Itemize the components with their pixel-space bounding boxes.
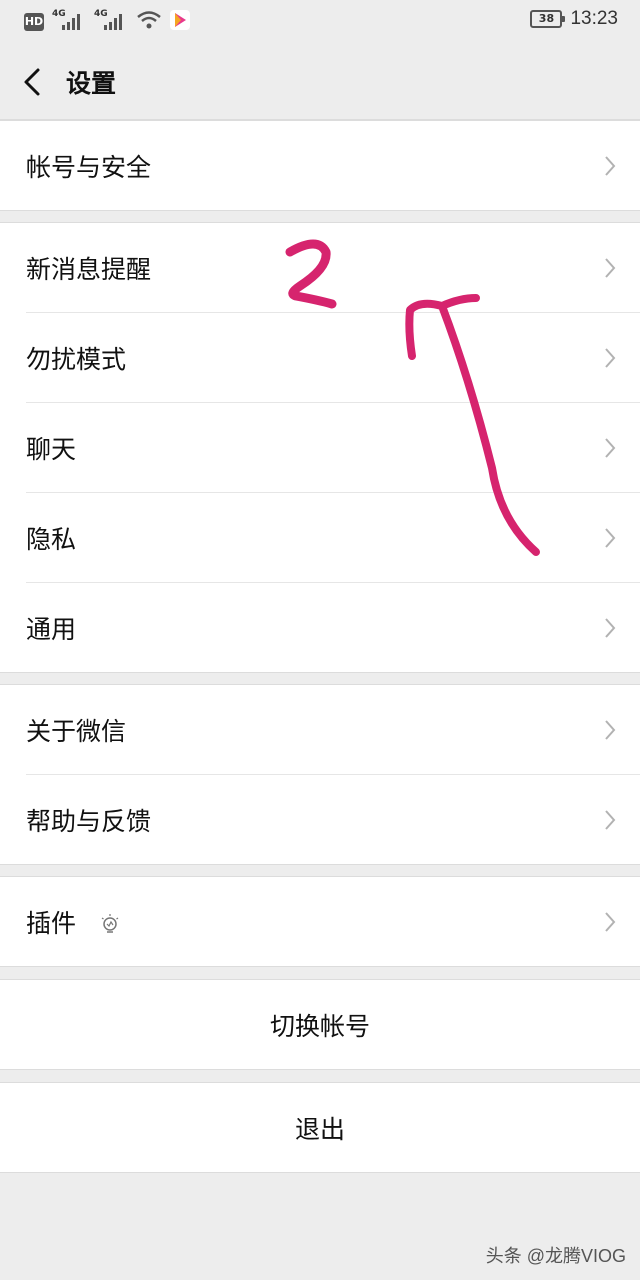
settings-item-label: 新消息提醒 <box>26 254 152 284</box>
settings-item-label: 关于微信 <box>26 716 127 746</box>
chevron-right-icon <box>605 156 616 176</box>
settings-item-label-wrap: 插件 <box>26 904 120 940</box>
lightbulb-icon <box>101 913 119 933</box>
chevron-left-icon <box>24 68 40 96</box>
settings-item-label: 聊天 <box>26 434 77 464</box>
settings-item-label: 帐号与安全 <box>26 152 152 182</box>
video-app-icon <box>170 10 190 34</box>
settings-item-about-wechat[interactable]: 关于微信 <box>0 685 640 774</box>
logout-button[interactable]: 退出 <box>0 1083 640 1172</box>
settings-item-account-security[interactable]: 帐号与安全 <box>0 121 640 210</box>
page-title: 设置 <box>66 69 117 98</box>
watermark: 头条 @龙腾VIOG <box>485 1246 626 1266</box>
chevron-right-icon <box>605 618 616 638</box>
switch-account-group: 切换帐号 <box>0 979 640 1070</box>
chevron-right-icon <box>605 720 616 740</box>
settings-group-main: 新消息提醒 勿扰模式 聊天 隐私 通用 <box>0 222 640 673</box>
switch-account-button[interactable]: 切换帐号 <box>0 980 640 1069</box>
settings-item-do-not-disturb[interactable]: 勿扰模式 <box>26 312 640 402</box>
settings-group-plugins: 插件 <box>0 876 640 967</box>
settings-item-privacy[interactable]: 隐私 <box>26 492 640 582</box>
settings-item-notifications[interactable]: 新消息提醒 <box>0 223 640 312</box>
chevron-right-icon <box>605 912 616 932</box>
settings-item-label: 隐私 <box>26 524 77 554</box>
settings-item-label: 勿扰模式 <box>26 344 127 374</box>
chevron-right-icon <box>605 438 616 458</box>
wifi-icon <box>136 10 162 34</box>
settings-item-label: 帮助与反馈 <box>26 806 152 836</box>
status-bar: HD 4G 4G 38 13:23 <box>0 0 640 44</box>
hd-icon: HD <box>24 13 44 31</box>
chevron-right-icon <box>605 258 616 278</box>
settings-item-chat[interactable]: 聊天 <box>26 402 640 492</box>
logout-group: 退出 <box>0 1082 640 1173</box>
signal-icon: 4G <box>52 9 86 33</box>
settings-item-label: 插件 <box>26 908 77 938</box>
back-button[interactable] <box>14 60 54 104</box>
chevron-right-icon <box>605 348 616 368</box>
clock: 13:23 <box>570 8 618 29</box>
settings-item-help-feedback[interactable]: 帮助与反馈 <box>26 774 640 864</box>
settings-group-account: 帐号与安全 <box>0 120 640 211</box>
signal-icon: 4G <box>94 9 128 33</box>
battery-icon: 38 <box>530 10 566 28</box>
settings-item-general[interactable]: 通用 <box>26 582 640 672</box>
title-bar: 设置 <box>0 44 640 120</box>
settings-group-about: 关于微信 帮助与反馈 <box>0 684 640 865</box>
settings-item-label: 通用 <box>26 614 77 644</box>
settings-item-plugins[interactable]: 插件 <box>0 877 640 966</box>
chevron-right-icon <box>605 810 616 830</box>
chevron-right-icon <box>605 528 616 548</box>
